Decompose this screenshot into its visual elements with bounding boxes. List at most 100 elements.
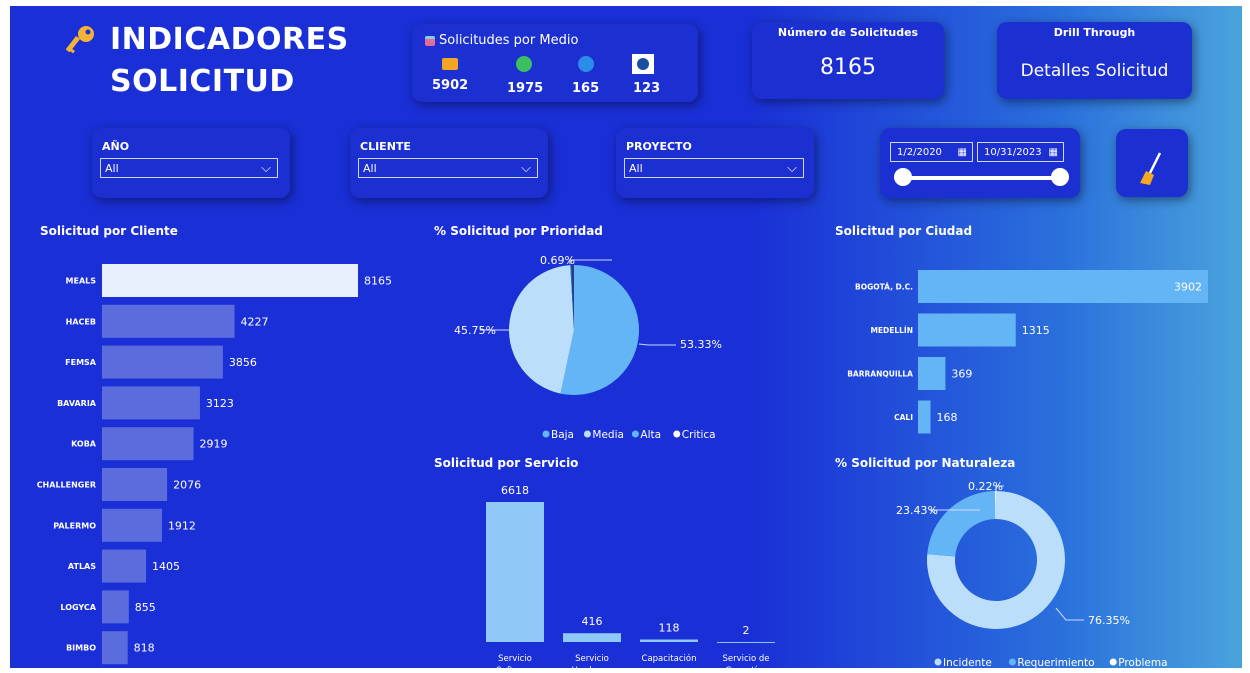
chevron-down-icon: ⌵ bbox=[787, 161, 797, 176]
bar-category-label: Software bbox=[496, 666, 533, 668]
chart-ciudad: BOGOTÁ, D.C. 3902 MEDELLÍN 1315 BARRANQUILLA… bbox=[847, 270, 1208, 434]
bar-servicio-0 bbox=[486, 502, 544, 642]
bar-ciudad-0 bbox=[918, 270, 1208, 303]
legend-item-requerimiento: Requerimiento bbox=[1017, 657, 1094, 668]
drill-through-title: Drill Through bbox=[1053, 26, 1136, 39]
legend-marker bbox=[542, 430, 550, 438]
medio-card: Solicitudes por Medio 5902 1975 165 123 bbox=[412, 24, 698, 102]
chart-ciudad-title: Solicitud por Ciudad bbox=[835, 224, 973, 238]
filter-cliente-card: CLIENTE All ⌵ bbox=[350, 128, 548, 198]
filter-cliente-dropdown[interactable]: All ⌵ bbox=[358, 158, 538, 178]
numero-value: 8165 bbox=[820, 55, 876, 80]
bar-category-label: CALI bbox=[894, 413, 913, 422]
filter-anio-dropdown[interactable]: All ⌵ bbox=[100, 158, 278, 178]
numero-card: Número de Solicitudes 8165 bbox=[752, 22, 944, 99]
key-icon bbox=[66, 24, 98, 62]
legend-marker bbox=[631, 430, 639, 438]
legend-marker bbox=[934, 658, 942, 666]
bar-value-label: 168 bbox=[936, 411, 957, 424]
date-slider-track[interactable] bbox=[904, 176, 1060, 180]
bar-category-label: KOBA bbox=[71, 440, 97, 449]
leader-line bbox=[1055, 607, 1084, 621]
portal-icon bbox=[632, 54, 654, 74]
filter-proyecto-dropdown[interactable]: All ⌵ bbox=[624, 158, 804, 178]
pie-slice-media bbox=[508, 265, 574, 394]
calendar-icon: ▦ bbox=[1048, 147, 1058, 158]
bar-cliente-palermo bbox=[102, 508, 162, 542]
legend-item-alta: Alta bbox=[640, 429, 661, 441]
bar-category-label: Capacitación bbox=[642, 653, 697, 664]
bar-category-label: Garantías bbox=[725, 666, 767, 668]
bar-category-label: ATLAS bbox=[68, 562, 96, 571]
bar-category-label: Hardware bbox=[571, 666, 612, 668]
bar-value-label: 1405 bbox=[152, 560, 180, 573]
legend-item-incidente: Incidente bbox=[943, 657, 992, 668]
chevron-down-icon: ⌵ bbox=[261, 161, 271, 176]
date-start-input[interactable]: 1/2/2020 ▦ bbox=[890, 142, 973, 162]
bar-ciudad-2 bbox=[918, 357, 946, 390]
donut-label-incidente: 76.35% bbox=[1088, 614, 1130, 627]
legend-item-baja: Baja bbox=[551, 429, 574, 441]
dashboard-canvas: INDICADORES SOLICITUD Solicitudes por Me… bbox=[10, 6, 1242, 668]
chart-cliente: MEALS 8165 HACEB 4227 FEMSA 3856 BAVARIA 3123 KO… bbox=[37, 264, 392, 665]
bar-value-label: 2076 bbox=[173, 479, 201, 492]
date-slider-handle-start[interactable] bbox=[894, 168, 912, 186]
legend-marker bbox=[1008, 658, 1016, 666]
bar-value-label: 416 bbox=[582, 615, 603, 628]
chart-prioridad-title: % Solicitud por Prioridad bbox=[434, 224, 603, 238]
bar-category-label: BARRANQUILLA bbox=[847, 370, 913, 379]
date-end-value: 10/31/2023 bbox=[984, 147, 1042, 158]
bar-value-label: 369 bbox=[951, 368, 972, 381]
date-start-value: 1/2/2020 bbox=[897, 147, 942, 158]
bar-category-label: MEDELLÍN bbox=[870, 326, 913, 335]
bar-value-label: 3856 bbox=[229, 356, 257, 369]
legend-item-problema: Problema bbox=[1118, 657, 1167, 668]
phone-icon bbox=[578, 56, 594, 72]
legend-marker bbox=[1109, 658, 1117, 666]
chart-cliente-title: Solicitud por Cliente bbox=[40, 224, 178, 238]
clear-filters-button[interactable] bbox=[1116, 129, 1188, 197]
medio-title: Solicitudes por Medio bbox=[439, 33, 579, 48]
filter-proyecto-card: PROYECTO All ⌵ bbox=[616, 128, 814, 198]
legend-item-media: Media bbox=[592, 429, 624, 441]
bar-category-label: Servicio bbox=[498, 654, 532, 664]
email-icon bbox=[442, 58, 458, 70]
pie-label-critica: 0.69% bbox=[540, 254, 575, 267]
bar-ciudad-1 bbox=[918, 313, 1016, 347]
bar-servicio-2 bbox=[640, 639, 698, 642]
bar-category-label: Servicio de bbox=[722, 654, 769, 664]
bar-category-label: Servicio bbox=[575, 654, 609, 664]
chart-prioridad: 53.33% 45.75% 0.69% Baja Media Alta Critica bbox=[454, 254, 722, 441]
bar-cliente-bavaria bbox=[102, 386, 200, 420]
page-title-line1: INDICADORES bbox=[110, 22, 349, 57]
bar-value-label: 4227 bbox=[241, 315, 269, 328]
bar-category-label: LOGYCA bbox=[60, 603, 96, 612]
leader-line bbox=[569, 259, 612, 264]
medio-count-portal: 123 bbox=[633, 81, 661, 96]
bar-category-label: HACEB bbox=[66, 317, 96, 326]
medio-count-email: 5902 bbox=[432, 78, 469, 93]
drill-through-card[interactable]: Drill Through Detalles Solicitud bbox=[997, 22, 1192, 99]
bar-category-label: BIMBO bbox=[66, 644, 96, 653]
bar-value-label: 3123 bbox=[206, 397, 234, 410]
bar-cliente-femsa bbox=[102, 345, 223, 379]
calendar-icon: ▦ bbox=[957, 147, 967, 158]
date-slider-handle-end[interactable] bbox=[1051, 168, 1069, 186]
donut-label-problema: 0.22% bbox=[968, 480, 1003, 493]
filter-proyecto-label: PROYECTO bbox=[626, 140, 692, 153]
chart-servicio: 6618 Servicio Software 416 Servicio Hardware 1… bbox=[486, 484, 775, 668]
bar-category-label: BOGOTÁ, D.C. bbox=[855, 283, 913, 292]
date-end-input[interactable]: 10/31/2023 ▦ bbox=[977, 142, 1064, 162]
bar-cliente-meals bbox=[102, 264, 358, 297]
bar-category-label: FEMSA bbox=[65, 358, 97, 367]
bar-cliente-atlas bbox=[102, 549, 147, 583]
filter-anio-value: All bbox=[105, 162, 119, 175]
medio-count-phone: 165 bbox=[572, 81, 600, 96]
chart-naturaleza: 76.35% 23.43% 0.22% Incidente Requerimiento P… bbox=[896, 480, 1168, 668]
bar-cliente-koba bbox=[102, 427, 194, 461]
donut-slice-requerimiento bbox=[927, 491, 996, 557]
page-title-line2: SOLICITUD bbox=[110, 64, 295, 99]
bar-category-label: CHALLENGER bbox=[37, 481, 96, 490]
bar-value-label: 6618 bbox=[501, 484, 529, 497]
drill-through-button[interactable]: Detalles Solicitud bbox=[997, 61, 1192, 81]
